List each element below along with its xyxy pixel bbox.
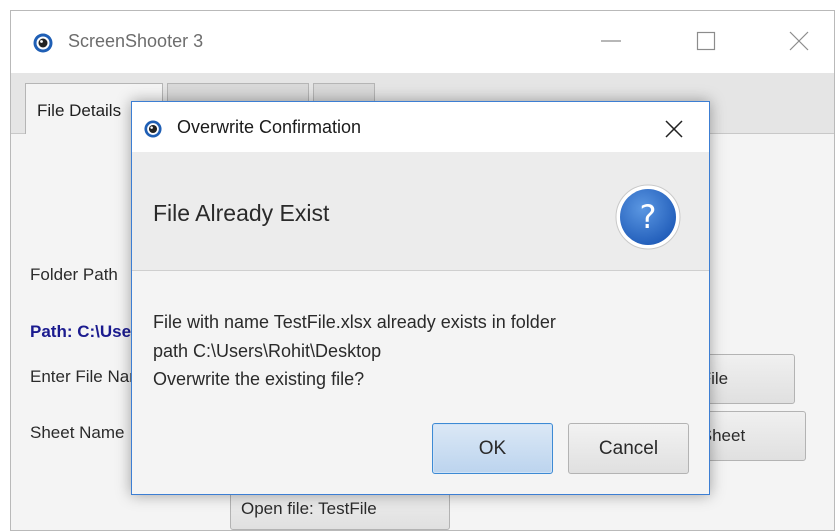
minimize-icon[interactable] xyxy=(591,23,631,59)
message-line: Overwrite the existing file? xyxy=(153,369,365,389)
folder-path-label: Folder Path xyxy=(30,265,118,284)
close-icon[interactable] xyxy=(779,23,819,59)
svg-text:?: ? xyxy=(640,198,657,236)
sheet-name-label: Sheet Name xyxy=(30,423,125,442)
message-line: File with name TestFile.xlsx already exi… xyxy=(153,312,556,332)
maximize-icon[interactable] xyxy=(686,23,726,59)
message-line: path C:\Users\Rohit\Desktop xyxy=(153,340,382,361)
dialog-header: File Already Exist ? xyxy=(132,152,709,271)
app-icon xyxy=(144,120,162,138)
cancel-button[interactable]: Cancel xyxy=(568,423,689,474)
app-icon xyxy=(33,33,53,53)
ok-button[interactable]: OK xyxy=(432,423,553,474)
close-icon[interactable] xyxy=(660,115,688,143)
dialog-message: File with name TestFile.xlsx already exi… xyxy=(153,308,693,394)
dialog-heading: File Already Exist xyxy=(153,200,330,226)
overwrite-dialog: Overwrite Confirmation File Already Exis… xyxy=(131,101,710,495)
main-titlebar: ScreenShooter 3 xyxy=(11,11,834,73)
dialog-titlebar: Overwrite Confirmation xyxy=(132,102,709,152)
dialog-title: Overwrite Confirmation xyxy=(177,117,362,137)
window-title: ScreenShooter 3 xyxy=(68,31,204,51)
question-icon: ? xyxy=(615,184,681,250)
